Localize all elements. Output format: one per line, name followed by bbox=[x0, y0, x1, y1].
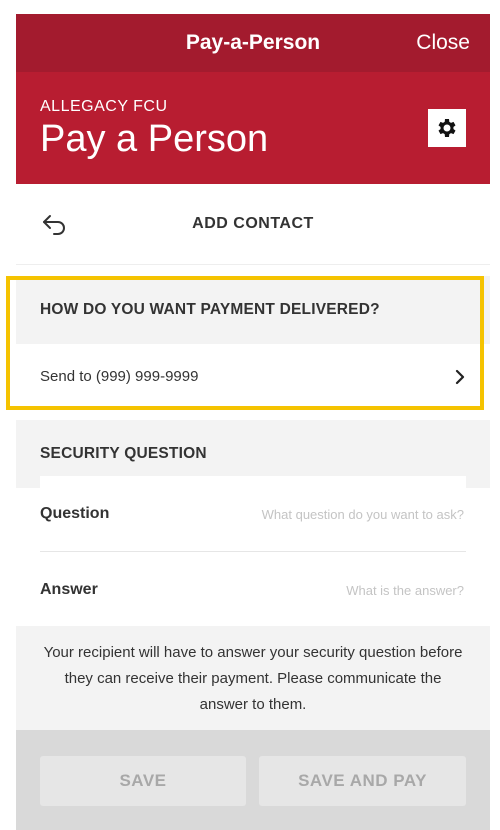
organization-name: ALLEGACY FCU bbox=[40, 98, 168, 115]
settings-button[interactable] bbox=[428, 109, 466, 147]
delivery-method-value: Send to (999) 999-9999 bbox=[40, 368, 199, 385]
answer-label: Answer bbox=[40, 581, 98, 598]
close-button[interactable]: Close bbox=[416, 14, 470, 72]
footer-actions: SAVE SAVE AND PAY bbox=[16, 730, 490, 830]
delivery-method-row[interactable]: Send to (999) 999-9999 bbox=[16, 344, 490, 410]
security-note: Your recipient will have to answer your … bbox=[16, 626, 490, 730]
app-screen: Pay-a-Person Close ALLEGACY FCU Pay a Pe… bbox=[16, 14, 490, 830]
question-row: Question bbox=[40, 476, 466, 551]
question-input[interactable] bbox=[202, 498, 466, 530]
page-header: ALLEGACY FCU Pay a Person bbox=[16, 72, 490, 184]
delivery-section-heading: HOW DO YOU WANT PAYMENT DELIVERED? bbox=[16, 276, 490, 344]
top-bar: Pay-a-Person Close bbox=[16, 14, 490, 72]
question-label: Question bbox=[40, 505, 110, 522]
gear-icon bbox=[438, 119, 456, 137]
save-and-pay-button[interactable]: SAVE AND PAY bbox=[259, 756, 466, 806]
chevron-right-icon bbox=[455, 369, 465, 385]
nav-title: ADD CONTACT bbox=[192, 215, 314, 232]
answer-input[interactable] bbox=[202, 574, 466, 606]
save-button[interactable]: SAVE bbox=[40, 756, 246, 806]
answer-row: Answer bbox=[40, 552, 466, 627]
page-title: Pay a Person bbox=[40, 118, 269, 160]
nav-row: ADD CONTACT bbox=[16, 184, 490, 265]
